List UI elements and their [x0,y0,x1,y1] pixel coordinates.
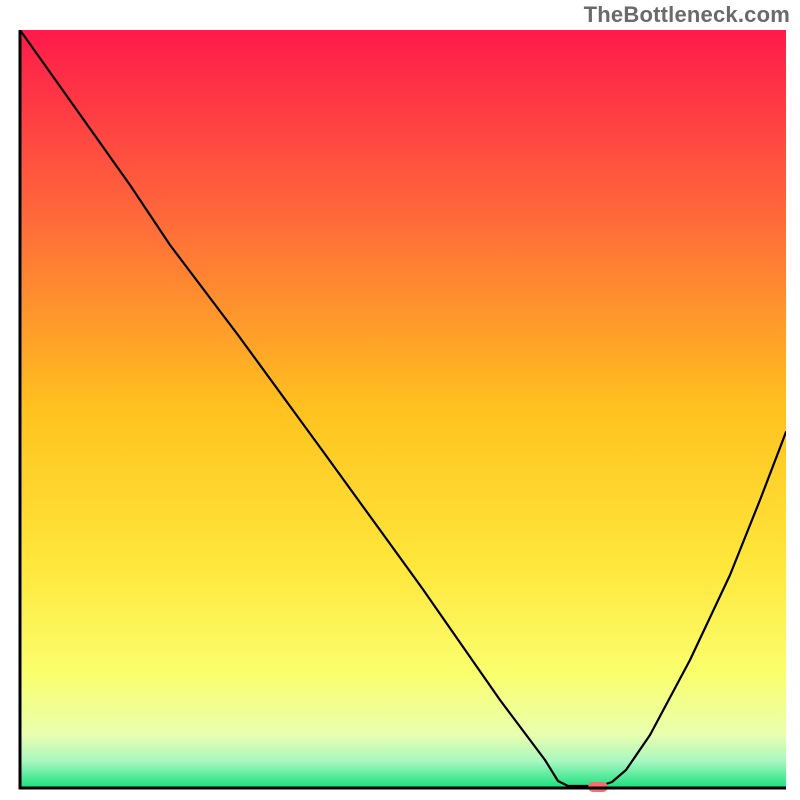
chart-container: TheBottleneck.com [0,0,800,800]
bottleneck-chart [0,0,800,800]
chart-background-gradient [20,30,786,788]
watermark-label: TheBottleneck.com [584,2,790,28]
